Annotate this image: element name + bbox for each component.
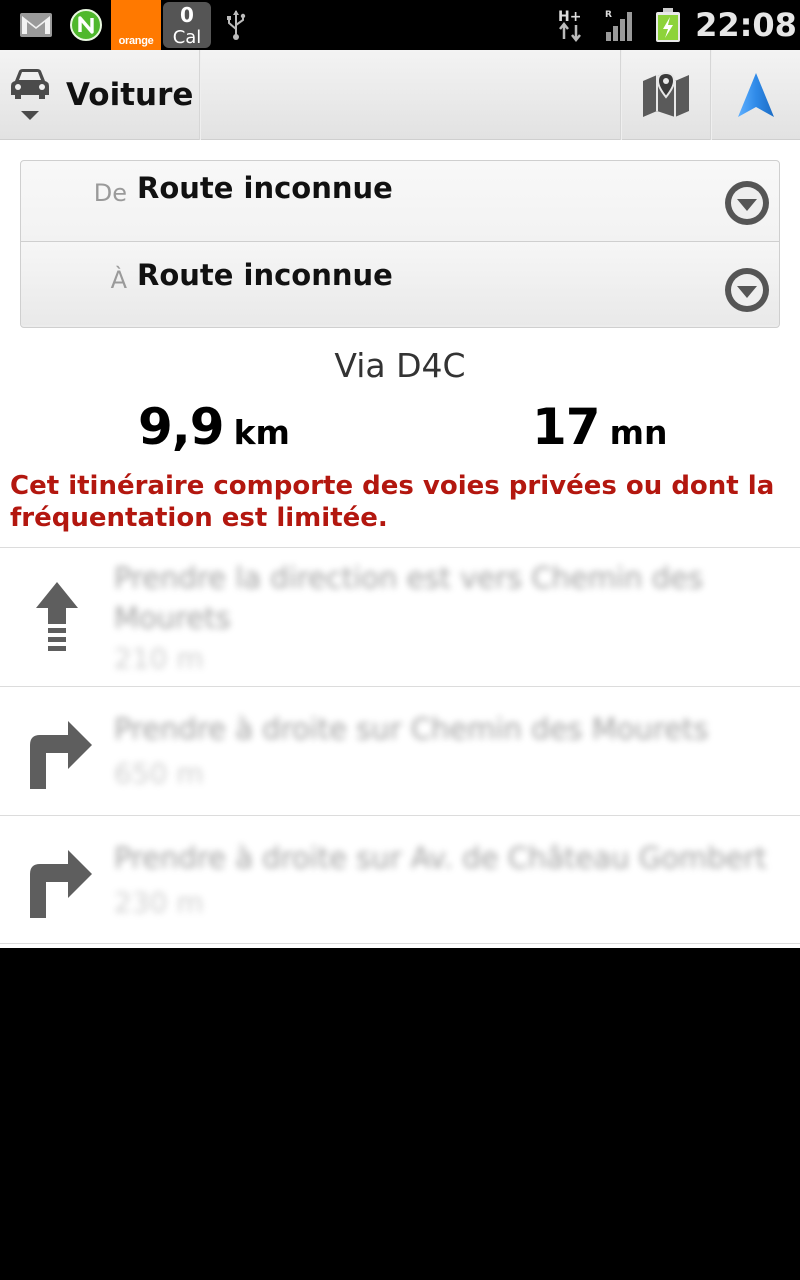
step-instruction: Prendre à droite sur Av. de Château Gomb… [114, 841, 767, 875]
duration-unit: mn [609, 413, 668, 452]
chevron-down-icon[interactable] [723, 266, 771, 314]
gmail-icon [14, 0, 58, 50]
calendar-badge-icon: 0 Cal [163, 2, 211, 48]
origin-prefix: De [93, 179, 127, 207]
step-distance: 230 m [114, 886, 204, 919]
directions-panel: De Route inconnue À Route inconnue Via D… [0, 140, 800, 948]
car-icon [0, 50, 60, 140]
carrier-label: orange [118, 35, 154, 47]
battery-charging-icon [652, 0, 684, 50]
duration-value: 17 [532, 398, 601, 456]
step-distance: 210 m [114, 642, 204, 675]
calendar-label: Cal [172, 26, 202, 48]
step-instruction: Prendre à droite sur Chemin des Mourets [114, 712, 709, 746]
start-navigation-button[interactable] [712, 50, 800, 140]
origin-value: Route inconnue [137, 171, 393, 205]
list-item[interactable]: Prendre la direction est vers Chemin des… [0, 547, 800, 686]
route-endpoints: De Route inconnue À Route inconnue [20, 160, 780, 328]
route-duration: 17 mn [532, 398, 667, 462]
step-distance: 650 m [114, 757, 204, 790]
action-bar-divider [199, 50, 201, 140]
calendar-count: 0 [180, 2, 194, 27]
straight-arrow-icon [36, 582, 78, 651]
map-view-button[interactable] [622, 50, 710, 140]
route-warning: Cet itinéraire comporte des voies privée… [10, 471, 775, 533]
hplus-data-icon: H+ [554, 0, 590, 50]
route-via: Via D4C [334, 346, 466, 385]
status-bar: orange 0 Cal H+ R 22:08 [0, 0, 800, 50]
action-bar: Voiture [0, 50, 800, 140]
travel-mode-label: Voiture [66, 77, 194, 113]
step-text: Prendre à droite sur Av. de Château Gomb… [98, 816, 780, 943]
route-distance: 9,9 km [138, 398, 290, 462]
n-app-icon [66, 0, 106, 50]
travel-mode-selector[interactable]: Voiture [0, 50, 200, 140]
empty-area [0, 948, 800, 1280]
map-icon [643, 71, 689, 117]
svg-text:H+: H+ [558, 9, 581, 25]
orange-carrier-icon: orange [111, 0, 161, 50]
destination-prefix: À [110, 266, 127, 294]
destination-row[interactable]: À Route inconnue [21, 241, 779, 325]
origin-row[interactable]: De Route inconnue [21, 161, 779, 245]
signal-icon: R [602, 0, 638, 50]
clock: 22:08 [695, 6, 797, 44]
usb-icon [222, 0, 250, 50]
svg-text:R: R [605, 10, 612, 20]
destination-value: Route inconnue [137, 258, 393, 292]
turn-right-icon [30, 850, 92, 918]
navigation-arrow-icon [738, 73, 774, 117]
distance-value: 9,9 [138, 398, 225, 456]
step-instruction: Prendre la direction est vers Chemin des… [114, 561, 704, 635]
step-text: Prendre la direction est vers Chemin des… [98, 548, 780, 686]
step-text: Prendre à droite sur Chemin des Mourets … [98, 687, 780, 815]
turn-right-icon [30, 721, 92, 789]
list-item[interactable]: Prendre à droite sur Chemin des Mourets … [0, 686, 800, 815]
chevron-down-icon[interactable] [723, 179, 771, 227]
list-item[interactable]: Prendre à droite sur Av. de Château Gomb… [0, 815, 800, 944]
distance-unit: km [233, 413, 290, 452]
